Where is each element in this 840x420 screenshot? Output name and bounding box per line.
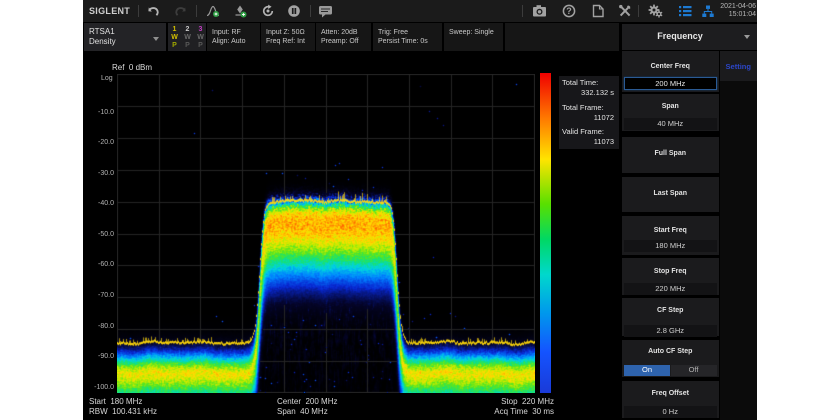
svg-text:?: ? xyxy=(566,6,572,16)
